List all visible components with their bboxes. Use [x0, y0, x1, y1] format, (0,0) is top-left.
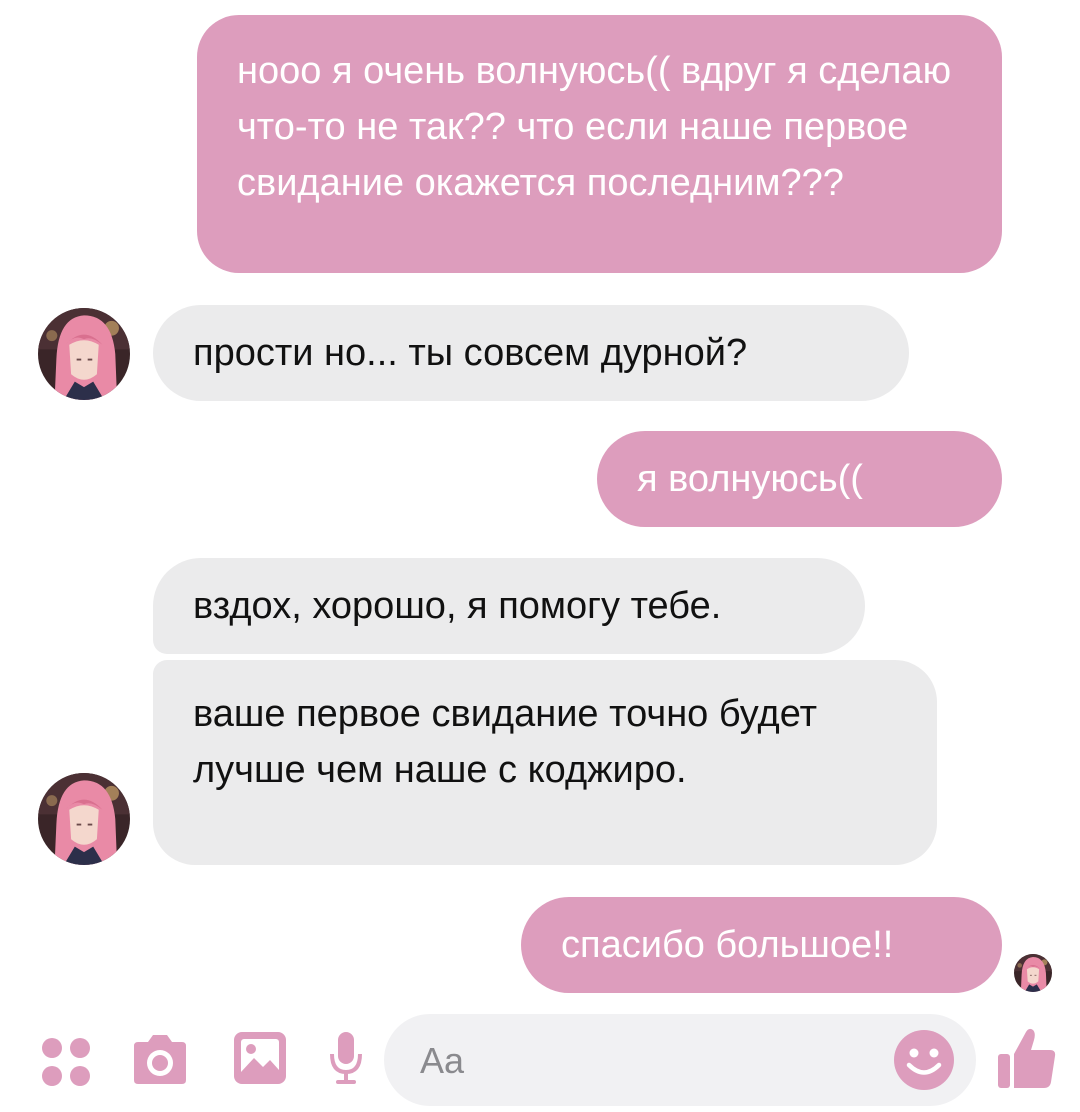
microphone-icon[interactable]	[328, 1030, 364, 1086]
message-text: вздох, хорошо, я помогу тебе.	[193, 585, 722, 627]
gallery-icon[interactable]	[232, 1030, 288, 1086]
message-text: прости но... ты совсем дурной?	[193, 332, 748, 374]
message-bubble-incoming[interactable]: ваше первое свидание точно будет лучше ч…	[153, 660, 937, 865]
message-bubble-outgoing[interactable]: спасибо большое!!	[521, 897, 1002, 993]
message-text: спасибо большое!!	[561, 924, 894, 966]
message-bubble-outgoing[interactable]: нооо я очень волнуюсь(( вдруг я сделаю ч…	[197, 15, 1002, 273]
contact-avatar[interactable]	[38, 773, 130, 865]
message-text: я волнуюсь((	[637, 458, 863, 500]
message-bubble-incoming[interactable]: вздох, хорошо, я помогу тебе.	[153, 558, 865, 654]
camera-icon[interactable]	[130, 1032, 190, 1088]
apps-icon[interactable]	[38, 1034, 94, 1090]
message-text: нооо я очень волнуюсь(( вдруг я сделаю ч…	[237, 50, 952, 204]
message-bubble-incoming[interactable]: прости но... ты совсем дурной?	[153, 305, 909, 401]
seen-receipt-avatar	[1014, 954, 1052, 992]
message-input[interactable]	[418, 1032, 882, 1090]
thumbs-up-icon[interactable]	[996, 1026, 1058, 1090]
message-text: ваше первое свидание точно будет лучше ч…	[193, 693, 817, 791]
contact-avatar[interactable]	[38, 308, 130, 400]
emoji-icon[interactable]	[892, 1028, 956, 1092]
message-bubble-outgoing[interactable]: я волнуюсь((	[597, 431, 1002, 527]
message-composer[interactable]	[384, 1014, 976, 1106]
